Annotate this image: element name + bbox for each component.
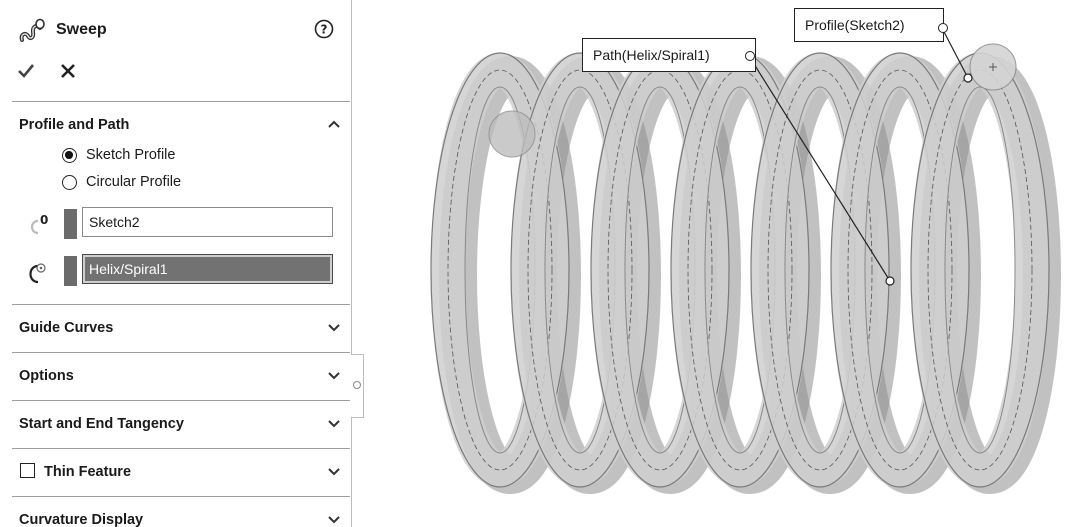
panel-collapse-handle[interactable]: [351, 354, 364, 418]
section-label: Curvature Display: [19, 512, 144, 527]
section-start-end-tangency-header[interactable]: Start and End Tangency: [12, 401, 350, 447]
section-thin-feature-header[interactable]: Thin Feature: [12, 449, 350, 495]
thin-feature-checkbox[interactable]: [20, 463, 35, 478]
color-swatch: [64, 256, 77, 286]
section-guide-curves-header[interactable]: Guide Curves: [12, 305, 350, 351]
collapse-dot-icon: [353, 381, 361, 389]
question-circle-icon[interactable]: ?: [314, 19, 334, 39]
radio-label: Circular Profile: [86, 174, 182, 190]
property-manager: Sweep ? Profile and Path Sketch Profile …: [0, 0, 352, 527]
profile-field[interactable]: Sketch2: [82, 207, 333, 237]
sweep-feature-icon: [19, 18, 45, 42]
chevron-down-icon[interactable]: [326, 319, 342, 335]
section-label: Options: [19, 368, 74, 384]
section-label: Profile and Path: [19, 117, 130, 133]
chevron-down-icon[interactable]: [326, 415, 342, 431]
chevron-down-icon[interactable]: [326, 463, 342, 479]
chevron-down-icon[interactable]: [326, 511, 342, 527]
profile-selection-row: 0 Sketch2: [12, 207, 342, 241]
radio-label: Sketch Profile: [86, 147, 176, 163]
graphics-viewport[interactable]: [364, 0, 1071, 527]
profile-grip[interactable]: [963, 73, 973, 83]
sweep-profile-icon: 0: [30, 213, 48, 235]
path-callout[interactable]: Path(Helix/Spiral1): [582, 38, 756, 72]
start-cap: [488, 110, 536, 158]
chevron-up-icon[interactable]: [326, 116, 342, 132]
chevron-down-icon[interactable]: [326, 367, 342, 383]
section-label: Guide Curves: [19, 320, 114, 336]
radio-sketch-profile[interactable]: [62, 148, 77, 163]
section-profile-and-path-header[interactable]: Profile and Path: [12, 102, 350, 148]
cancel-button[interactable]: [58, 60, 78, 82]
svg-text:0: 0: [40, 213, 48, 227]
ok-button[interactable]: [16, 60, 36, 82]
path-grip[interactable]: [885, 276, 895, 286]
section-curvature-display-header[interactable]: Curvature Display: [12, 497, 350, 527]
color-swatch: [64, 209, 77, 239]
section-label: Thin Feature: [44, 464, 132, 480]
section-label: Start and End Tangency: [19, 416, 184, 432]
section-options-header[interactable]: Options: [12, 353, 350, 399]
svg-text:?: ?: [321, 23, 328, 37]
callout-grip-icon: [745, 51, 755, 61]
profile-callout[interactable]: Profile(Sketch2): [794, 8, 944, 42]
radio-circular-profile[interactable]: [62, 175, 77, 190]
pm-header: Sweep ?: [12, 12, 342, 50]
pm-title: Sweep: [56, 21, 107, 38]
path-selection-row: Helix/Spiral1: [12, 254, 342, 288]
sweep-path-icon: [29, 263, 46, 284]
callout-grip-icon: [938, 23, 948, 33]
path-field[interactable]: Helix/Spiral1: [82, 254, 333, 284]
